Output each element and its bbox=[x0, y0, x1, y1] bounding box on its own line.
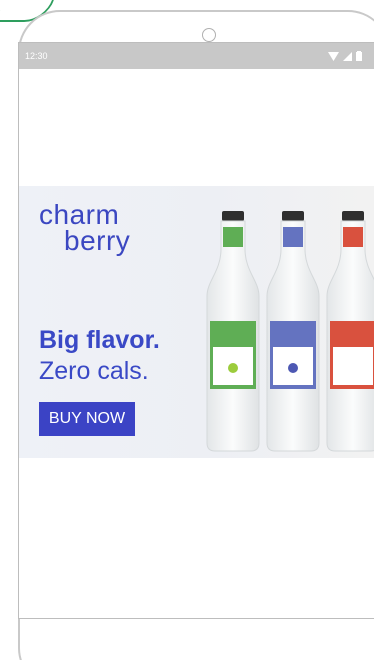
bottle-red bbox=[326, 211, 374, 452]
signal-icon bbox=[343, 51, 352, 61]
status-bar: 12:30 bbox=[19, 43, 374, 69]
buy-now-button[interactable]: BUY NOW bbox=[39, 402, 135, 436]
battery-icon bbox=[356, 51, 362, 61]
phone-screen: 12:30 charm berry Big flavor. Zero cals.… bbox=[18, 42, 374, 619]
status-icons bbox=[328, 51, 362, 61]
ad-headline: Big flavor. bbox=[39, 326, 160, 354]
brand-logo-line2: berry bbox=[64, 225, 131, 256]
product-bottles-image bbox=[206, 211, 374, 452]
bottle-blue bbox=[266, 211, 320, 452]
bottle-green bbox=[206, 211, 260, 452]
wifi-icon bbox=[328, 51, 339, 61]
brand-logo: charm berry bbox=[39, 201, 131, 256]
ad-banner[interactable]: charm berry Big flavor. Zero cals. BUY N… bbox=[19, 186, 374, 458]
camera-icon bbox=[202, 28, 216, 42]
status-time: 12:30 bbox=[25, 51, 48, 61]
ad-subline: Zero cals. bbox=[39, 357, 149, 385]
